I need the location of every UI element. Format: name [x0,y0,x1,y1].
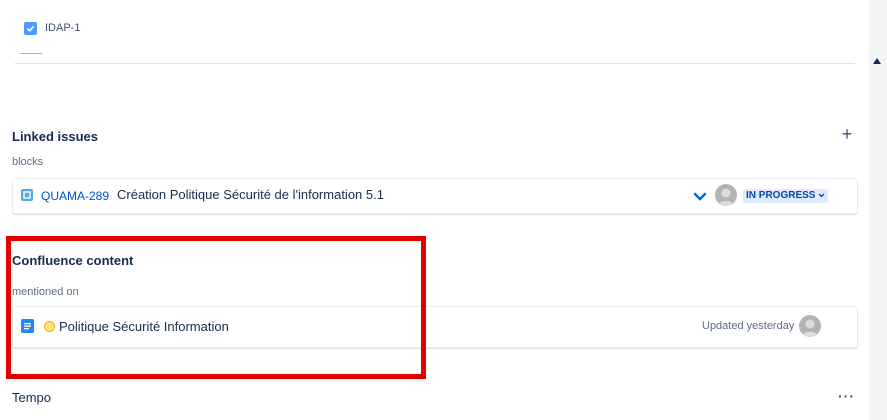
checkbox[interactable] [24,22,37,35]
status-label: IN PROGRESS [746,190,816,201]
updated-label: Updated yesterday [702,320,795,332]
priority-chevron-down-icon [693,189,707,207]
check-icon [26,25,35,32]
linked-issue-key[interactable]: QUAMA-289 [41,189,109,203]
issue-type-icon [21,189,33,201]
linked-issue-summary[interactable]: Création Politique Sécurité de l'informa… [117,187,384,202]
highlight-annotation [6,236,426,379]
add-linked-issue-button[interactable]: + [838,125,856,143]
scroll-up-arrow-icon[interactable] [873,58,881,64]
assignee-avatar[interactable] [715,184,737,206]
more-options-button[interactable]: ··· [838,388,855,404]
author-avatar[interactable] [799,315,821,337]
issue-key-top[interactable]: IDAP-1 [45,22,80,34]
chevron-down-icon [818,190,825,201]
relation-label: blocks [12,156,44,168]
divider [15,63,855,64]
status-dropdown[interactable]: IN PROGRESS [743,189,829,203]
linked-issues-title: Linked issues [12,129,98,144]
tab-underline [20,53,42,54]
tempo-title: Tempo [12,390,52,405]
